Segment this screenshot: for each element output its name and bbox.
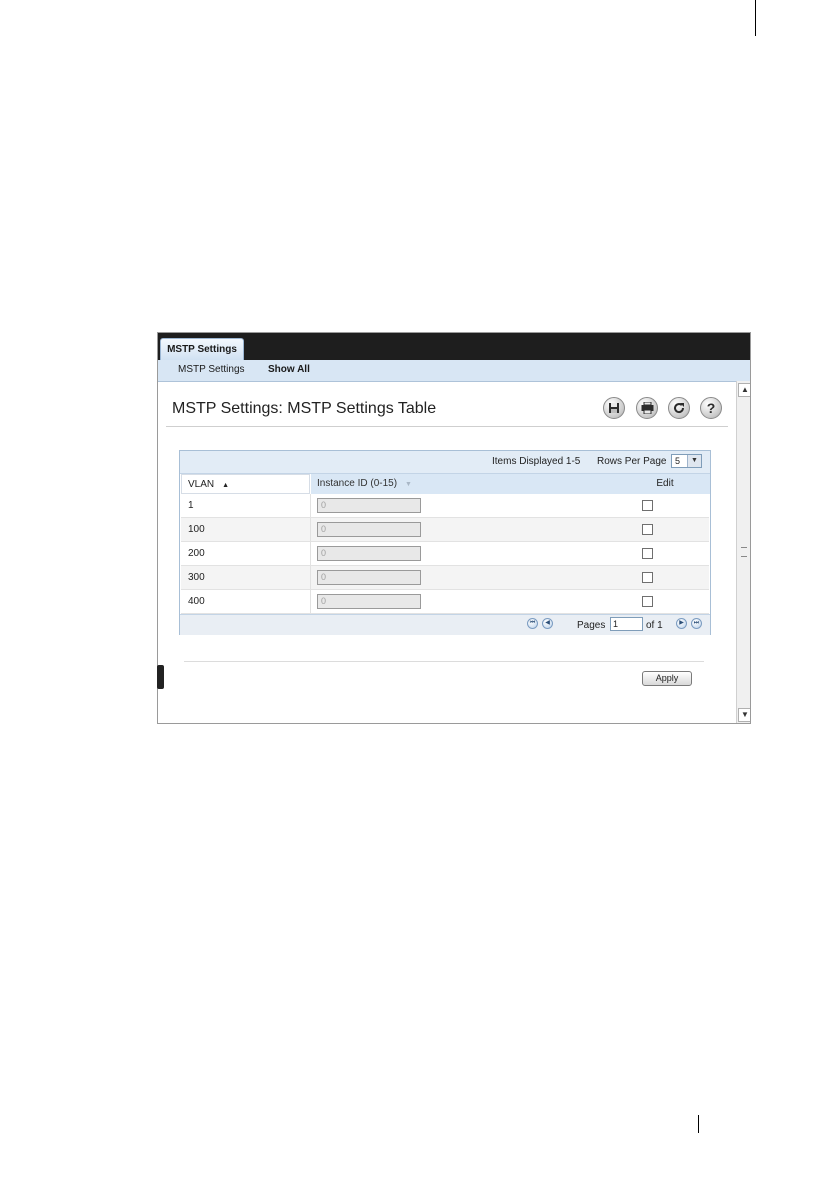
table-row: 300 0 [181, 566, 709, 590]
rows-per-page-select[interactable]: 5 ▼ [671, 454, 702, 468]
refresh-icon [674, 403, 685, 414]
scroll-up-icon[interactable]: ▲ [738, 383, 750, 397]
refresh-button[interactable] [668, 397, 690, 419]
rows-per-page-label: Rows Per Page [597, 456, 667, 467]
instance-id-input[interactable]: 0 [317, 594, 421, 609]
instance-id-input[interactable]: 0 [317, 498, 421, 513]
svg-text:?: ? [707, 401, 716, 415]
pages-label: Pages [577, 620, 606, 631]
column-divider [310, 566, 311, 589]
help-button[interactable]: ? [700, 397, 722, 419]
apply-button[interactable]: Apply [642, 671, 692, 686]
table-row: 100 0 [181, 518, 709, 542]
instance-id-input[interactable]: 0 [317, 546, 421, 561]
table-row: 400 0 [181, 590, 709, 614]
pagination-bar: ⏮ ◀ Pages 1 of 1 ▶ ⏭ [180, 614, 710, 635]
page-footer-rule [698, 1115, 699, 1133]
vlan-cell: 200 [188, 548, 205, 559]
app-window: MSTP Settings MSTP Settings Show All MST… [157, 332, 751, 724]
column-header-vlan[interactable]: VLAN ▲ [181, 474, 310, 494]
page-number-input[interactable]: 1 [610, 617, 643, 631]
page-count: of 1 [646, 620, 663, 631]
rows-per-page-value: 5 [675, 456, 681, 466]
table-row: 1 0 [181, 494, 709, 518]
vertical-scrollbar[interactable]: ▲ ▼ [736, 381, 750, 723]
vlan-cell: 100 [188, 524, 205, 535]
mstp-settings-table: Items Displayed 1-5 Rows Per Page 5 ▼ VL… [179, 450, 711, 635]
side-panel-handle[interactable] [157, 665, 164, 689]
column-divider [310, 518, 311, 541]
edit-checkbox[interactable] [642, 572, 653, 583]
subnav-mstp-settings[interactable]: MSTP Settings [178, 364, 245, 375]
help-icon: ? [707, 401, 716, 415]
edit-checkbox[interactable] [642, 500, 653, 511]
vlan-cell: 300 [188, 572, 205, 583]
last-page-icon[interactable]: ⏭ [691, 618, 702, 629]
sort-descending-icon: ▼ [405, 481, 412, 488]
column-divider [310, 542, 311, 565]
print-icon [641, 402, 653, 414]
table-toolbar: Items Displayed 1-5 Rows Per Page 5 ▼ [180, 451, 710, 474]
vlan-cell: 1 [188, 500, 194, 511]
edit-checkbox[interactable] [642, 548, 653, 559]
print-button[interactable] [636, 397, 658, 419]
column-header-vlan-label: VLAN [188, 479, 215, 490]
first-page-icon[interactable]: ⏮ [527, 618, 538, 629]
previous-page-icon[interactable]: ◀ [542, 618, 553, 629]
chevron-down-icon[interactable]: ▼ [687, 455, 701, 467]
page-margin-rule [755, 0, 756, 36]
sort-ascending-icon: ▲ [222, 482, 230, 489]
subnav-show-all[interactable]: Show All [268, 364, 310, 375]
sub-navigation: MSTP Settings Show All [158, 360, 750, 382]
edit-checkbox[interactable] [642, 596, 653, 607]
items-displayed: Items Displayed 1-5 [492, 456, 581, 467]
column-divider [310, 494, 311, 517]
edit-checkbox[interactable] [642, 524, 653, 535]
column-header-instance-label: Instance ID (0-15) [317, 478, 398, 489]
save-icon [609, 403, 619, 413]
footer-divider [184, 661, 704, 662]
instance-id-input[interactable]: 0 [317, 522, 421, 537]
save-button[interactable] [603, 397, 625, 419]
column-divider [310, 590, 311, 613]
title-divider [166, 426, 728, 427]
column-header-edit: Edit [656, 478, 674, 489]
scroll-grip[interactable] [741, 547, 747, 557]
table-row: 200 0 [181, 542, 709, 566]
vlan-cell: 400 [188, 596, 205, 607]
next-page-icon[interactable]: ▶ [676, 618, 687, 629]
scroll-down-icon[interactable]: ▼ [738, 708, 750, 722]
instance-id-input[interactable]: 0 [317, 570, 421, 585]
tab-bar: MSTP Settings [158, 333, 750, 361]
page-title: MSTP Settings: MSTP Settings Table [172, 400, 437, 417]
tab-mstp-settings[interactable]: MSTP Settings [160, 338, 244, 361]
